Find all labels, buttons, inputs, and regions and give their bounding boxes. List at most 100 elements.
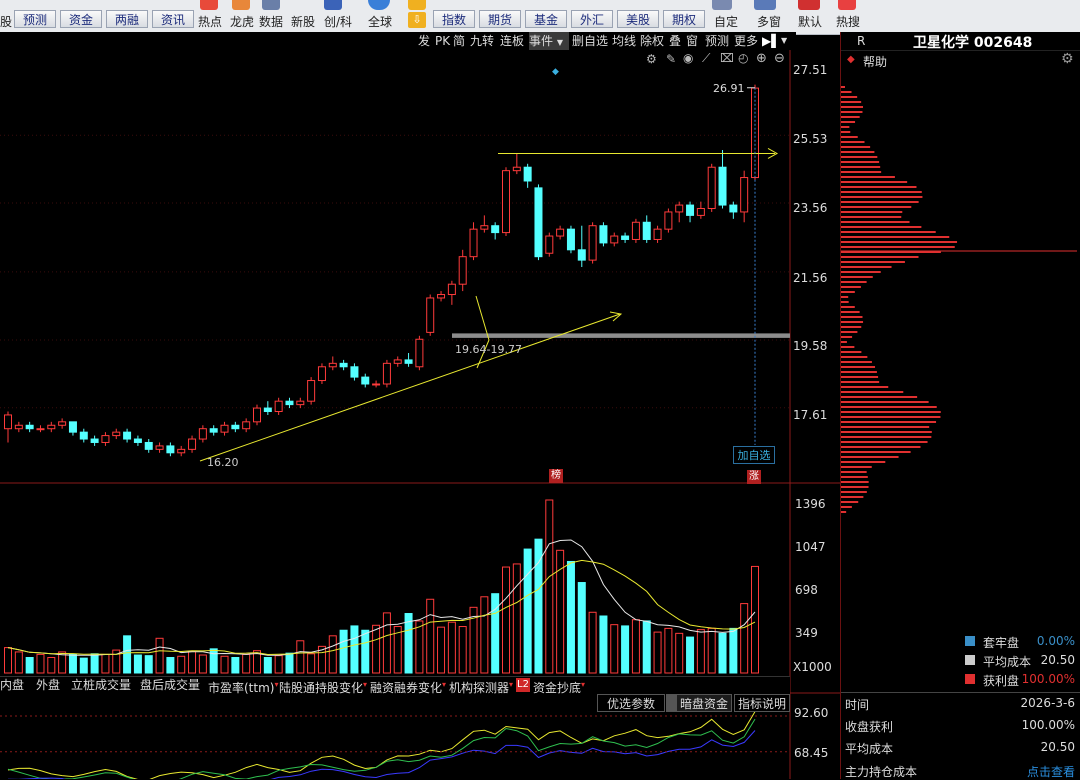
candle-down (144, 441, 153, 450)
hot-search-label[interactable]: 热搜 (836, 13, 860, 30)
chart-menu-pk[interactable]: PK (435, 32, 450, 50)
chart-menu-simple[interactable]: 简 (453, 32, 465, 50)
chip-bar (841, 201, 919, 203)
tab-us-stock[interactable]: 美股 (617, 10, 659, 28)
news-button[interactable]: 资讯 (152, 10, 194, 28)
tab-index[interactable]: 指数 (433, 10, 475, 28)
tab-inner-volume[interactable]: 内盘 (0, 676, 24, 694)
tab-northbound-holding[interactable]: 陆股通持股变化▾ (279, 676, 367, 695)
chip-bar (841, 291, 855, 293)
volume-bar (653, 631, 662, 674)
global-label[interactable]: 全球 (368, 13, 392, 30)
chart-menu-exright[interactable]: 除权 (640, 32, 664, 50)
chart-menu-ma[interactable]: 均线 (612, 32, 636, 50)
chip-bar (841, 511, 847, 513)
hotspot-icon[interactable] (200, 0, 218, 10)
chip-bar (841, 471, 867, 473)
info-main-cost-link[interactable]: 点击查看 (1027, 763, 1075, 780)
chart-menu-nine-turn[interactable]: 九转 (470, 32, 494, 50)
star-market-label[interactable]: 创/科 (324, 13, 352, 30)
custom-label[interactable]: 自定 (714, 13, 738, 30)
tab-institution-detector[interactable]: 机构探测器▾ (449, 676, 514, 695)
limit-up-badge[interactable]: 涨 (747, 470, 761, 484)
data-label[interactable]: 数据 (259, 13, 283, 30)
volume-bar (664, 627, 673, 674)
chip-bar (841, 416, 941, 418)
new-stock-label[interactable]: 新股 (291, 13, 315, 30)
chip-bar (841, 316, 863, 318)
chip-bar (841, 366, 876, 368)
add-watchlist-button[interactable]: 加自选 (733, 446, 775, 464)
tab-fund-bottom-fishing[interactable]: 资金抄底▾ (533, 676, 585, 695)
tab-after-hours-volume[interactable]: 盘后成交量 (140, 676, 200, 694)
globe-icon[interactable] (368, 0, 390, 10)
help-link[interactable]: 帮助 (863, 53, 887, 70)
panel-settings-icon[interactable]: ⚙ (1061, 51, 1074, 67)
tab-outer-volume[interactable]: 外盘 (36, 676, 60, 694)
candle-down (404, 359, 413, 364)
avgcost-legend-label: 平均成本 (983, 655, 1032, 669)
hotspot-label[interactable]: 热点 (198, 13, 222, 30)
default-layout-icon[interactable] (798, 0, 820, 10)
volume-bar (177, 655, 186, 674)
kline-chart[interactable] (0, 50, 840, 779)
tab-pe-ttm[interactable]: 市盈率(ttm)▾ (208, 676, 278, 695)
rank-badge[interactable]: 榜 (549, 469, 563, 483)
forecast-button[interactable]: 预测 (14, 10, 56, 28)
toolbar-left-partial-label: 股 (0, 15, 13, 29)
dragon-tiger-icon[interactable] (232, 0, 250, 10)
volume-bar (382, 612, 391, 674)
chip-bar (841, 446, 921, 448)
chip-bar (841, 301, 849, 303)
price-axis-label: 27.51 (793, 63, 828, 77)
event-diamond-icon[interactable]: ◆ (552, 67, 559, 77)
volume-bar (188, 650, 197, 674)
candle-up (393, 359, 402, 364)
tab-options[interactable]: 期权 (663, 10, 705, 28)
dark-pool-funds-button[interactable]: 暗盘资金 (676, 694, 732, 712)
star-market-icon[interactable] (324, 0, 342, 10)
new-marker-icon: ▾ (509, 680, 514, 689)
optimal-params-button[interactable]: 优选参数 (597, 694, 665, 712)
chart-menu-limit-board[interactable]: 连板 (500, 32, 524, 50)
chart-menu-forecast[interactable]: 预测 (705, 32, 729, 50)
funds-button[interactable]: 资金 (60, 10, 102, 28)
chart-menu-events-label: 事件 (529, 34, 554, 48)
margin-button[interactable]: 两融 (106, 10, 148, 28)
default-layout-label[interactable]: 默认 (798, 13, 822, 30)
help-icon[interactable]: ◆ (847, 54, 855, 65)
tab-futures[interactable]: 期货 (479, 10, 521, 28)
candle-up (631, 221, 640, 240)
chip-bar (841, 171, 882, 173)
panel-toggle-icon[interactable]: ▶▌ (762, 32, 780, 50)
volume-bar (90, 653, 99, 674)
chip-bar (841, 431, 932, 433)
candle-down (642, 221, 651, 240)
chart-menu-more[interactable]: 更多 (734, 32, 758, 50)
chart-menu-overlay[interactable]: 叠 (669, 32, 681, 50)
chart-menu-remove-watch[interactable]: 删自选 (572, 32, 608, 50)
data-icon[interactable] (262, 0, 280, 10)
chip-bar (841, 311, 860, 313)
tab-pile-volume[interactable]: 立桩成交量 (71, 676, 131, 694)
chart-menu-fa[interactable]: 发 (418, 32, 430, 50)
tab-margin-change[interactable]: 融资融券变化▾ (370, 676, 446, 695)
tab-forex[interactable]: 外汇 (571, 10, 613, 28)
tab-fund[interactable]: 基金 (525, 10, 567, 28)
multi-window-label[interactable]: 多窗 (757, 13, 781, 30)
indicator-help-button[interactable]: 指标说明 (734, 694, 790, 712)
hot-search-icon[interactable] (838, 0, 856, 10)
chart-menu-window[interactable]: 窗 (686, 32, 698, 50)
price-axis-label: 17.61 (793, 408, 828, 422)
arrow-up-icon[interactable] (408, 0, 426, 10)
dragon-tiger-label[interactable]: 龙虎 (230, 13, 254, 30)
custom-icon[interactable] (712, 0, 732, 10)
chip-bar (841, 306, 855, 308)
menu-dropdown-icon[interactable]: ▼ (781, 32, 787, 50)
chart-menu-events[interactable]: 事件 ▼ (529, 32, 569, 50)
multi-window-icon[interactable] (754, 0, 776, 10)
low-price-label: 16.20 (207, 456, 239, 469)
volume-bar (458, 626, 467, 674)
arrow-down-icon[interactable]: ⇩ (408, 12, 426, 28)
chip-bar (841, 391, 904, 393)
